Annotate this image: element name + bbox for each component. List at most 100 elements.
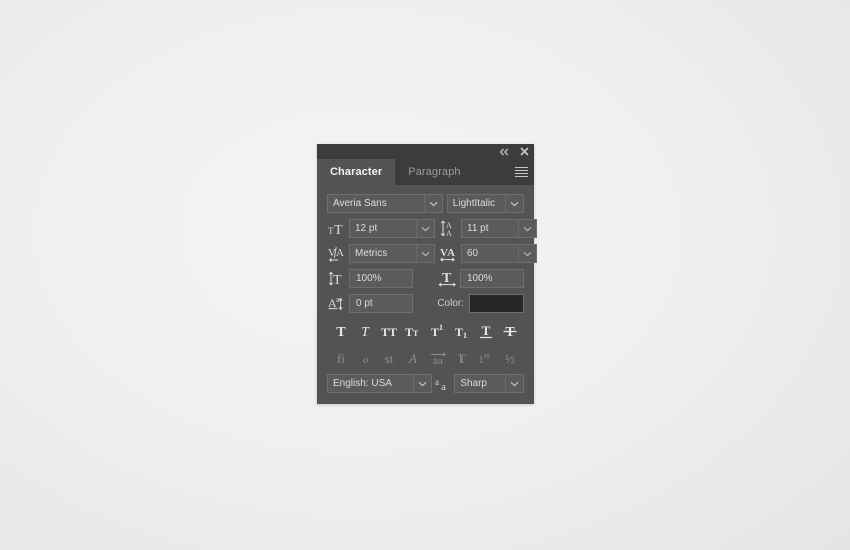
tabbar-spacer bbox=[474, 159, 508, 185]
horizontal-scale-value: 100% bbox=[467, 273, 493, 284]
svg-text:aa: aa bbox=[433, 355, 443, 367]
svg-text:A: A bbox=[336, 247, 344, 259]
panel-menu-button[interactable] bbox=[508, 159, 534, 185]
font-size-value: 12 pt bbox=[355, 223, 378, 234]
font-size-field[interactable]: 12 pt bbox=[349, 219, 435, 238]
titling-alternates-button[interactable]: T bbox=[451, 347, 473, 369]
kerning-tracking-row: V A Metrics V A 60 bbox=[327, 244, 537, 263]
faux-italic-button[interactable]: T bbox=[354, 320, 376, 342]
leading-icon: A A bbox=[439, 219, 461, 238]
language-field[interactable]: English: USA bbox=[327, 374, 433, 393]
leading-value: 11 pt bbox=[467, 223, 489, 234]
font-family-value: Averia Sans bbox=[333, 198, 387, 209]
opentype-buttons-row: fi ℴ st A aa T 1 st ½ bbox=[327, 346, 524, 369]
vertical-scale-icon: T bbox=[327, 269, 349, 288]
svg-text:a: a bbox=[441, 381, 446, 393]
all-caps-button[interactable]: TT bbox=[378, 320, 400, 342]
svg-text:T: T bbox=[442, 271, 452, 286]
anti-aliasing-icon: a a bbox=[432, 376, 454, 393]
language-chevron-down-icon[interactable] bbox=[413, 375, 431, 392]
font-family-chevron-down-icon[interactable] bbox=[424, 195, 442, 212]
tab-character-label: Character bbox=[330, 166, 383, 178]
standard-ligatures-button[interactable]: fi bbox=[330, 347, 352, 369]
subscript-button[interactable]: T 1 bbox=[451, 320, 473, 342]
underline-button[interactable]: T bbox=[475, 320, 497, 342]
vertical-scale-value: 100% bbox=[356, 273, 382, 284]
leading-chevron-down-icon[interactable] bbox=[518, 220, 536, 237]
panel-body: Averia Sans LightItalic T T 12 pt A A 11… bbox=[317, 185, 537, 393]
svg-text:T: T bbox=[413, 329, 419, 338]
kerning-field[interactable]: Metrics bbox=[349, 244, 435, 263]
font-size-icon: T T bbox=[327, 219, 349, 238]
font-style-chevron-down-icon[interactable] bbox=[505, 195, 523, 212]
font-style-value: LightItalic bbox=[452, 198, 496, 209]
kerning-icon: V A bbox=[327, 244, 349, 263]
svg-text:1: 1 bbox=[463, 331, 467, 340]
hamburger-menu-icon bbox=[514, 165, 528, 179]
svg-text:A: A bbox=[447, 247, 455, 259]
horizontal-scale-icon: T bbox=[438, 269, 460, 288]
faux-bold-button[interactable]: T bbox=[330, 320, 352, 342]
horizontal-scale-field[interactable]: 100% bbox=[460, 269, 524, 288]
discretionary-ligatures-button[interactable]: st bbox=[378, 347, 400, 369]
svg-text:1: 1 bbox=[439, 323, 443, 332]
anti-aliasing-field[interactable]: Sharp bbox=[454, 374, 524, 393]
svg-text:A: A bbox=[446, 229, 452, 238]
text-color-swatch[interactable] bbox=[469, 294, 524, 313]
anti-aliasing-chevron-down-icon[interactable] bbox=[505, 375, 523, 392]
baseline-color-row: A a 0 pt Color: bbox=[327, 294, 524, 313]
vertical-scale-field[interactable]: 100% bbox=[349, 269, 413, 288]
font-family-field[interactable]: Averia Sans bbox=[327, 194, 444, 213]
small-caps-button[interactable]: T T bbox=[402, 320, 424, 342]
svg-text:st: st bbox=[484, 351, 490, 360]
swash-button[interactable]: A bbox=[402, 347, 424, 369]
svg-text:½: ½ bbox=[505, 351, 515, 366]
svg-text:TT: TT bbox=[381, 325, 397, 339]
svg-text:fi: fi bbox=[337, 351, 345, 366]
tracking-field[interactable]: 60 bbox=[461, 244, 537, 263]
svg-text:T: T bbox=[482, 323, 491, 338]
style-buttons-row: T T TT T T T 1 T 1 T T bbox=[327, 319, 524, 342]
language-antialias-row: English: USA a a Sharp bbox=[327, 374, 524, 393]
color-label: Color: bbox=[437, 298, 464, 309]
tracking-value: 60 bbox=[467, 248, 479, 259]
baseline-shift-value: 0 pt bbox=[356, 298, 373, 309]
baseline-shift-icon: A a bbox=[327, 294, 349, 313]
svg-text:T: T bbox=[431, 325, 439, 339]
svg-text:ℴ: ℴ bbox=[362, 351, 369, 366]
font-style-field[interactable]: LightItalic bbox=[446, 194, 524, 213]
double-chevron-left-icon[interactable] bbox=[498, 145, 510, 158]
svg-text:T: T bbox=[333, 273, 342, 288]
tracking-chevron-down-icon[interactable] bbox=[518, 245, 536, 262]
character-panel: Character Paragraph Averia Sans LightIta… bbox=[317, 144, 537, 404]
language-value: English: USA bbox=[333, 378, 392, 389]
tab-paragraph[interactable]: Paragraph bbox=[395, 159, 473, 185]
font-size-chevron-down-icon[interactable] bbox=[416, 220, 434, 237]
svg-text:T: T bbox=[336, 325, 346, 340]
contextual-alternates-button[interactable]: ℴ bbox=[354, 347, 376, 369]
close-icon[interactable] bbox=[518, 145, 530, 158]
kerning-value: Metrics bbox=[355, 248, 388, 259]
svg-text:T: T bbox=[405, 325, 413, 339]
tracking-icon: V A bbox=[439, 244, 461, 263]
superscript-button[interactable]: T 1 bbox=[427, 320, 449, 342]
tab-character[interactable]: Character bbox=[317, 159, 396, 185]
svg-text:T: T bbox=[505, 325, 515, 340]
kerning-chevron-down-icon[interactable] bbox=[416, 245, 434, 262]
panel-tabbar: Character Paragraph bbox=[317, 159, 534, 185]
svg-text:T: T bbox=[361, 325, 370, 340]
fractions-button[interactable]: ½ bbox=[499, 347, 521, 369]
svg-text:T: T bbox=[455, 325, 463, 339]
oldstyle-button[interactable]: aa bbox=[427, 347, 449, 369]
titlebar-buttons bbox=[498, 144, 530, 159]
svg-text:T: T bbox=[458, 351, 466, 366]
svg-text:A: A bbox=[408, 351, 417, 366]
strikethrough-button[interactable]: T bbox=[499, 320, 521, 342]
size-leading-row: T T 12 pt A A 11 pt bbox=[327, 219, 537, 238]
svg-text:a: a bbox=[435, 377, 439, 387]
leading-field[interactable]: 11 pt bbox=[461, 219, 537, 238]
font-row: Averia Sans LightItalic bbox=[327, 194, 524, 213]
ordinals-button[interactable]: 1 st bbox=[475, 347, 497, 369]
svg-text:T: T bbox=[334, 223, 343, 238]
baseline-shift-field[interactable]: 0 pt bbox=[349, 294, 413, 313]
